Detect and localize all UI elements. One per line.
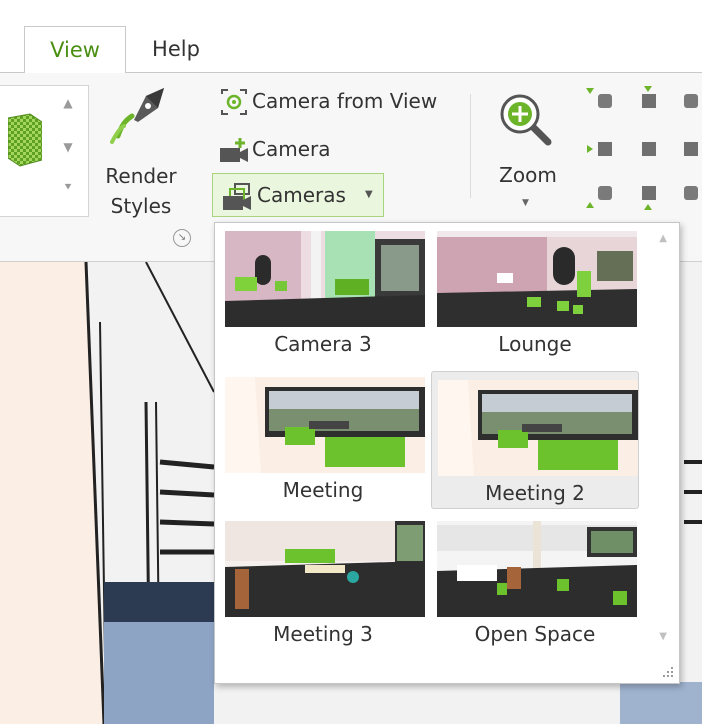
camera-from-view-icon: [216, 88, 252, 118]
gallery-scroll-down-icon[interactable]: ▼: [58, 140, 78, 154]
camera-item-meeting-2[interactable]: Meeting 2: [431, 371, 639, 509]
view-bottom-right-iso-icon[interactable]: [684, 186, 698, 200]
cameras-icon: [223, 183, 251, 210]
dialog-launcher-icon[interactable]: ↘: [173, 229, 191, 247]
camera-label: Camera: [252, 137, 331, 161]
green-marker-icon: [587, 145, 593, 153]
zoom-dropdown-icon[interactable]: ▼: [522, 198, 529, 208]
lounge-thumbnail: [437, 231, 637, 327]
chevron-down-icon: ▼: [365, 189, 373, 200]
camera-item-camera-3[interactable]: Camera 3: [219, 223, 427, 361]
view-top-icon[interactable]: [642, 94, 656, 108]
meeting-thumbnail: [225, 377, 425, 473]
gallery-scroll-down-icon[interactable]: ▼: [659, 631, 667, 642]
camera-item-label: Meeting: [282, 478, 364, 502]
camera-item-meeting[interactable]: Meeting: [219, 369, 427, 507]
gallery-more-icon[interactable]: ⯆: [58, 180, 78, 195]
view-bottom-icon[interactable]: [642, 186, 656, 200]
gallery-scroll-up-icon[interactable]: ▲: [659, 233, 667, 244]
gallery-scroll-up-icon[interactable]: ▲: [58, 96, 78, 110]
style-gallery-thumbnail[interactable]: [8, 110, 42, 170]
group-separator: [470, 94, 471, 198]
resize-grip-icon[interactable]: [661, 665, 675, 679]
view-front-icon[interactable]: [642, 142, 656, 156]
meeting-3-thumbnail: [225, 521, 425, 617]
camera-item-label: Meeting 3: [273, 622, 373, 646]
render-styles-pen-icon[interactable]: [104, 82, 170, 148]
open-space-thumbnail: [437, 521, 637, 617]
camera-item-label: Camera 3: [274, 332, 372, 356]
camera-item-label: Meeting 2: [485, 481, 585, 505]
view-left-icon[interactable]: [598, 142, 612, 156]
cameras-dropdown-button[interactable]: Cameras ▼: [212, 173, 384, 217]
view-top-right-iso-icon[interactable]: [684, 94, 698, 108]
camera-from-view-label: Camera from View: [252, 89, 438, 113]
add-camera-icon: [216, 136, 252, 166]
zoom-icon[interactable]: [498, 92, 554, 148]
render-styles-label-line2: Styles: [110, 194, 172, 218]
green-marker-icon: [586, 88, 594, 94]
camera-3-thumbnail: [225, 231, 425, 327]
green-marker-icon: [644, 86, 652, 92]
camera-item-lounge[interactable]: Lounge: [431, 223, 639, 361]
zoom-label: Zoom: [499, 163, 557, 187]
cameras-label: Cameras: [257, 183, 346, 207]
camera-item-open-space[interactable]: Open Space: [431, 513, 639, 651]
render-styles-label-line1: Render: [105, 164, 177, 188]
cameras-gallery-dropdown: ▲ ▼ Camera 3 Lounge Meeting Meeting 2 Me…: [214, 222, 680, 684]
meeting-2-thumbnail: [438, 380, 638, 476]
camera-item-label: Lounge: [498, 332, 572, 356]
camera-item-label: Open Space: [474, 622, 596, 646]
camera-from-view-button[interactable]: Camera from View: [216, 84, 437, 118]
view-bottom-left-iso-icon[interactable]: [598, 186, 612, 200]
green-marker-icon: [644, 204, 652, 210]
tab-view[interactable]: View: [24, 26, 126, 74]
green-marker-icon: [586, 202, 594, 208]
ribbon-tab-bar: View Help: [0, 0, 702, 74]
camera-button[interactable]: Camera: [216, 132, 331, 166]
view-right-icon[interactable]: [684, 142, 698, 156]
view-top-left-iso-icon[interactable]: [598, 94, 612, 108]
camera-item-meeting-3[interactable]: Meeting 3: [219, 513, 427, 651]
tab-help[interactable]: Help: [136, 26, 216, 73]
